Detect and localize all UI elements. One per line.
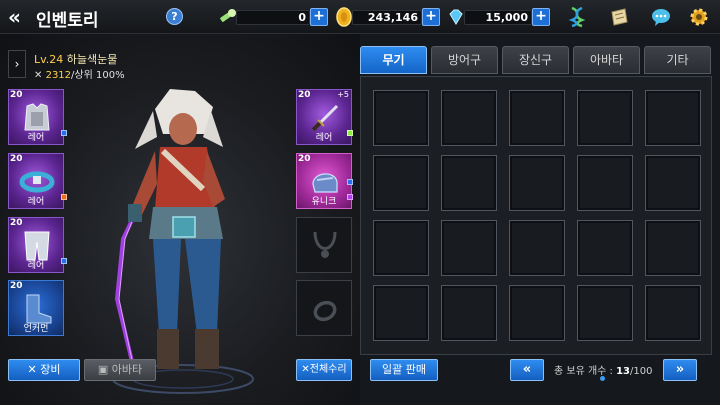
armor-slot-chest[interactable]: 20 레어 (8, 89, 64, 145)
page-title: 인벤토리 (36, 11, 99, 31)
category-tabs: 무기 방어구 장신구 아바타 기타 (360, 46, 712, 76)
socket-gem (347, 194, 353, 200)
gold-value: 243,146 (367, 11, 418, 24)
stamina-value: 0 (298, 11, 306, 24)
shirt-icon: ▣ (97, 363, 112, 376)
armor-slot-legs[interactable]: 20 레어 (8, 217, 64, 273)
chat-bubble-icon[interactable] (650, 6, 672, 28)
armor-slot-belt[interactable]: 20 레어 (8, 153, 64, 209)
inventory-cell[interactable] (373, 220, 429, 276)
inventory-cell[interactable] (645, 285, 701, 341)
inventory-cell[interactable] (509, 90, 565, 146)
inventory-cell[interactable] (577, 155, 633, 211)
help-icon[interactable]: ? (166, 8, 183, 25)
tab-accessory[interactable]: 장신구 (502, 46, 569, 74)
character-panel: › Lv.24 하늘색눈물 ✕ 2312/상위 100% 20 레어 20 레어… (0, 34, 360, 405)
diamond-icon (449, 9, 463, 25)
socket-gem (347, 130, 353, 136)
necklace-slot[interactable] (296, 217, 352, 273)
inventory-cell[interactable] (373, 285, 429, 341)
equipment-button[interactable]: ✕ 장비 (8, 359, 80, 381)
inventory-count: 총 보유 개수 : 13/100 (554, 366, 653, 377)
inventory-cell[interactable] (645, 155, 701, 211)
inventory-cell[interactable] (509, 220, 565, 276)
back-chevron-icon[interactable]: « (8, 6, 32, 28)
inventory-footer: 일괄 판매 « 총 보유 개수 : 13/100 » (360, 355, 712, 405)
repair-all-button[interactable]: ✕전체수리 (296, 359, 352, 381)
inventory-cell[interactable] (441, 220, 497, 276)
combat-power: 2312 (45, 70, 72, 81)
inventory-cell[interactable] (509, 285, 565, 341)
gold-counter: 243,146 + (334, 7, 440, 27)
inventory-cell[interactable] (441, 155, 497, 211)
necklace-icon (313, 231, 337, 258)
add-gold-button[interactable]: + (422, 8, 440, 26)
rank-text: /상위 100% (71, 70, 125, 81)
socket-gem (61, 194, 67, 200)
wrench-icon: ✕ (301, 364, 310, 375)
tab-weapon[interactable]: 무기 (360, 46, 427, 74)
gold-coin-icon (336, 7, 352, 27)
character-level: Lv.24 (34, 53, 64, 66)
character-figure (112, 89, 254, 394)
inventory-cell[interactable] (373, 90, 429, 146)
inventory-cell[interactable] (577, 285, 633, 341)
page-indicator-dot (600, 376, 605, 381)
gem-counter: 15,000 + (446, 7, 550, 27)
socket-gem (347, 179, 353, 185)
add-stamina-button[interactable]: + (310, 8, 328, 26)
inventory-grid (360, 76, 712, 355)
inventory-cell[interactable] (441, 90, 497, 146)
gear-icon[interactable] (688, 6, 710, 28)
inventory-cell[interactable] (577, 220, 633, 276)
weapon-slot[interactable]: 20 +5 레어 (296, 89, 352, 145)
tab-other[interactable]: 기타 (644, 46, 711, 74)
gem-value: 15,000 (485, 11, 528, 24)
tab-avatar[interactable]: 아바타 (573, 46, 640, 74)
inventory-max: /100 (630, 366, 653, 377)
inventory-panel: 무기 방어구 장신구 아바타 기타 일괄 판매 « 총 보유 개수 : 13/1… (360, 34, 720, 405)
inventory-cell[interactable] (645, 220, 701, 276)
inventory-cell[interactable] (441, 285, 497, 341)
ring-slot[interactable] (296, 280, 352, 336)
inventory-cell[interactable] (509, 155, 565, 211)
inventory-cell[interactable] (577, 90, 633, 146)
top-bar: « 인벤토리 ? 0 + 243,146 + 15,000 + (0, 0, 720, 34)
inventory-count-value: 13 (616, 366, 631, 377)
inventory-cell[interactable] (373, 155, 429, 211)
armor-slot-boots[interactable]: 20 언커먼 (8, 280, 64, 336)
bulk-sell-button[interactable]: 일괄 판매 (370, 359, 438, 381)
tab-armor[interactable]: 방어구 (431, 46, 498, 74)
dna-icon[interactable] (566, 6, 588, 28)
character-name: 하늘색눈물 (66, 53, 118, 66)
ring-icon (313, 300, 337, 322)
stamina-counter: 0 + (218, 7, 328, 27)
next-page-button[interactable]: » (663, 359, 697, 381)
scroll-icon[interactable] (608, 6, 630, 28)
avatar-button[interactable]: ▣ 아바타 (84, 359, 156, 381)
inventory-cell[interactable] (645, 90, 701, 146)
crossed-swords-icon: ✕ (34, 70, 43, 81)
prev-page-button[interactable]: « (510, 359, 544, 381)
character-select-button[interactable]: › (8, 50, 26, 78)
crossed-swords-icon: ✕ (27, 363, 41, 376)
gauntlet-slot[interactable]: 20 유니크 (296, 153, 352, 209)
add-gem-button[interactable]: + (532, 8, 550, 26)
socket-gem (61, 258, 67, 264)
flashlight-icon (220, 9, 236, 22)
socket-gem (61, 130, 67, 136)
